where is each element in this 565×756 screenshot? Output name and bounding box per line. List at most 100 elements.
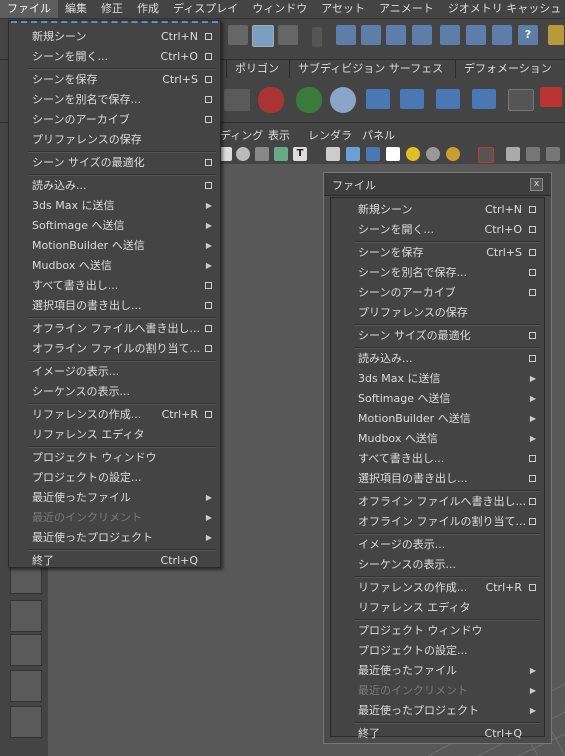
smooth-bind-icon[interactable] <box>472 89 496 109</box>
menubar-item[interactable]: 編集 <box>58 0 94 18</box>
torn-menu-item[interactable]: プロジェクト ウィンドウ <box>358 621 538 640</box>
cube-textured-icon[interactable] <box>366 147 380 161</box>
menubar-item[interactable]: ディスプレイ <box>166 0 245 18</box>
ik-handle-icon[interactable] <box>400 89 424 109</box>
shelf-tab-polygon[interactable]: ポリゴン <box>226 60 287 78</box>
torn-menu-item[interactable]: シーン サイズの最適化 <box>358 326 538 345</box>
shadow-icon[interactable] <box>426 147 440 161</box>
torn-menu-item[interactable]: Mudbox へ送信 ▶ <box>358 429 538 448</box>
history-icon[interactable] <box>466 25 486 45</box>
render-icon[interactable] <box>492 25 512 45</box>
menubar-item[interactable]: アニメート <box>372 0 441 18</box>
option-box-icon[interactable] <box>205 345 212 352</box>
option-box-icon[interactable] <box>205 96 212 103</box>
snap-point-icon[interactable] <box>386 25 406 45</box>
snap-plane-icon[interactable] <box>412 25 432 45</box>
file-menu-item[interactable]: 3ds Max に送信 ▶ <box>32 196 214 215</box>
panel-menu-show[interactable]: 表示 <box>268 128 290 144</box>
torn-menu-item[interactable]: 終了 Ctrl+Q <box>358 724 538 743</box>
menubar-item[interactable]: ジオメトリ キャッシュ <box>441 0 565 18</box>
option-box-icon[interactable] <box>205 282 212 289</box>
panel-menu-panels[interactable]: パネル <box>362 128 395 144</box>
checker-icon[interactable] <box>386 147 400 161</box>
option-box-icon[interactable] <box>529 455 536 462</box>
file-menu-item[interactable]: シーンを別名で保存... <box>32 90 214 109</box>
option-box-icon[interactable] <box>529 226 536 233</box>
hypershade-persp-layout-icon[interactable] <box>10 670 42 702</box>
option-box-icon[interactable] <box>529 584 536 591</box>
file-menu-item[interactable]: 終了 Ctrl+Q <box>32 551 214 570</box>
select-by-component-icon[interactable] <box>278 25 298 45</box>
option-box-icon[interactable] <box>529 206 536 213</box>
make-live-icon[interactable] <box>440 25 460 45</box>
close-button[interactable]: x <box>530 178 543 191</box>
file-menu-item[interactable]: プロジェクト ウィンドウ <box>32 448 214 467</box>
frame-icon[interactable] <box>526 147 540 161</box>
option-box-icon[interactable] <box>529 332 536 339</box>
option-box-icon[interactable] <box>529 498 536 505</box>
option-box-icon[interactable] <box>529 249 536 256</box>
option-box-icon[interactable] <box>529 355 536 362</box>
window-titlebar[interactable]: ファイル x <box>324 173 551 196</box>
file-menu-item[interactable]: シーケンスの表示... <box>32 382 214 401</box>
panel-menu-renderer[interactable]: レンダラ <box>308 128 352 144</box>
snap-grid-icon[interactable] <box>336 25 356 45</box>
option-box-icon[interactable] <box>205 76 212 83</box>
file-menu-item[interactable]: 最近使ったファイル ▶ <box>32 488 214 507</box>
option-box-icon[interactable] <box>529 269 536 276</box>
file-menu-item[interactable]: 読み込み... <box>32 176 214 195</box>
torn-menu-item[interactable]: オフライン ファイルの割り当て... <box>358 512 538 531</box>
cube-wire-icon[interactable] <box>326 147 340 161</box>
file-menu-item[interactable]: Mudbox へ送信 ▶ <box>32 256 214 275</box>
file-menu-item[interactable]: シーンを開く... Ctrl+O <box>32 47 214 66</box>
option-box-icon[interactable] <box>205 302 212 309</box>
file-menu-item[interactable]: オフライン ファイルの割り当て... <box>32 339 214 358</box>
torn-menu-item[interactable]: すべて書き出し... <box>358 449 538 468</box>
smooth-shade-icon[interactable] <box>236 147 250 161</box>
menubar-item[interactable]: 修正 <box>94 0 130 18</box>
light-icon[interactable] <box>406 147 420 161</box>
outliner-persp-layout-icon[interactable] <box>10 600 42 632</box>
file-menu-item[interactable]: シーンを保存 Ctrl+S <box>32 70 214 89</box>
option-box-icon[interactable] <box>205 182 212 189</box>
file-menu-item[interactable]: プロジェクトの設定... <box>32 468 214 487</box>
option-box-icon[interactable] <box>205 33 212 40</box>
paint-weights-icon[interactable] <box>540 87 562 107</box>
torn-menu-item[interactable]: プリファレンスの保存 <box>358 303 538 322</box>
torn-menu-item[interactable]: リファレンスの作成... Ctrl+R <box>358 578 538 597</box>
menubar-item[interactable]: アセット <box>314 0 372 18</box>
cube-shaded-icon[interactable] <box>346 147 360 161</box>
file-menu-item[interactable]: 新規シーン Ctrl+N <box>32 27 214 46</box>
grid-display-icon[interactable] <box>255 147 269 161</box>
torn-menu-item[interactable]: 新規シーン Ctrl+N <box>358 200 538 219</box>
torn-menu-item[interactable]: 読み込み... <box>358 349 538 368</box>
file-menu-item[interactable]: シーンのアーカイブ <box>32 110 214 129</box>
twist-deformer-icon[interactable] <box>296 87 322 113</box>
panel-menu-shading[interactable]: ディング <box>220 128 263 144</box>
ambient-occlusion-icon[interactable] <box>446 147 460 161</box>
select-by-hierarchy-icon[interactable] <box>228 25 248 45</box>
lock-icon[interactable] <box>548 25 564 45</box>
collapse-handle-icon[interactable] <box>312 27 322 47</box>
persp-outliner-layout-icon[interactable] <box>10 706 42 738</box>
text-t-icon[interactable]: T <box>293 147 307 161</box>
torn-menu-item[interactable]: リファレンス エディタ <box>358 598 538 617</box>
bind-skin-icon[interactable] <box>436 89 460 109</box>
option-box-icon[interactable] <box>529 475 536 482</box>
torn-menu-item[interactable]: 最近使ったファイル ▶ <box>358 661 538 680</box>
menubar-item[interactable]: ファイル <box>0 0 58 18</box>
xray-icon[interactable] <box>478 147 494 163</box>
file-menu-item[interactable]: オフライン ファイルへ書き出し... <box>32 319 214 338</box>
component-editor-icon[interactable] <box>508 89 534 111</box>
option-box-icon[interactable] <box>205 159 212 166</box>
option-box-icon[interactable] <box>205 411 212 418</box>
snap-curve-icon[interactable] <box>361 25 381 45</box>
select-by-object-icon[interactable] <box>252 25 274 47</box>
option-box-icon[interactable] <box>205 53 212 60</box>
torn-menu-item[interactable]: プロジェクトの設定... <box>358 641 538 660</box>
camera-icon[interactable] <box>224 89 250 111</box>
torn-menu-item[interactable]: Softimage へ送信 ▶ <box>358 389 538 408</box>
help-icon[interactable]: ? <box>518 25 538 45</box>
file-menu-item[interactable]: リファレンス エディタ <box>32 425 214 444</box>
isolate-icon[interactable] <box>506 147 520 161</box>
